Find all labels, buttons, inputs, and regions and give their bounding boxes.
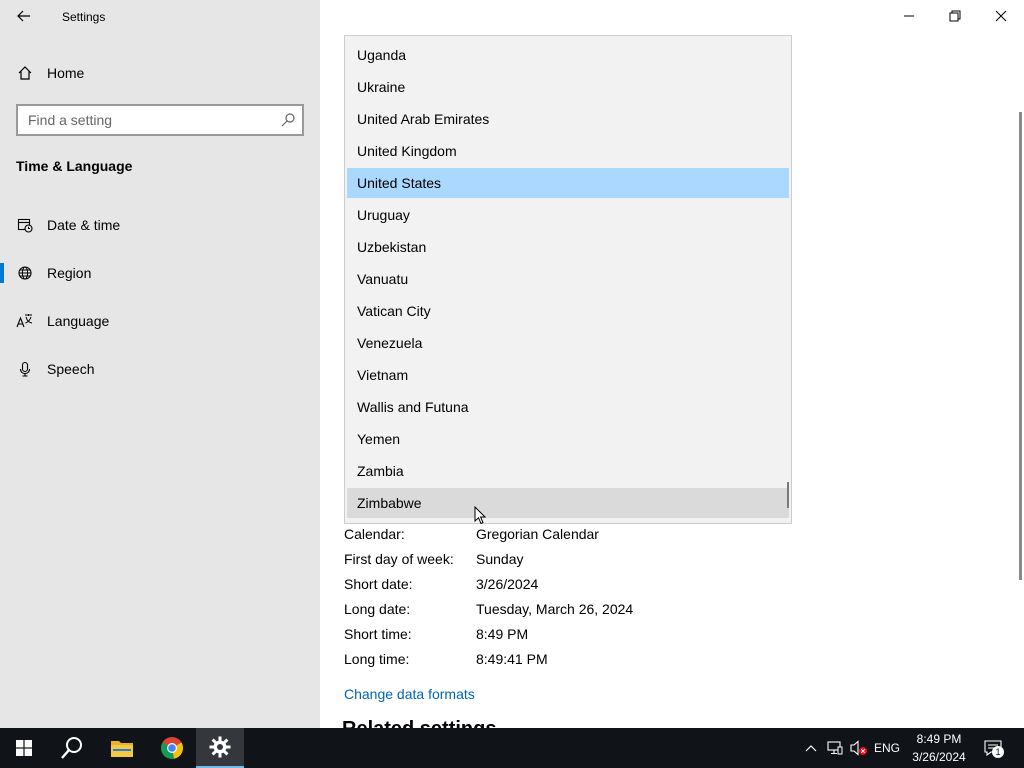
list-item-country-hovered[interactable]: Zimbabwe <box>347 488 789 518</box>
file-explorer-button[interactable] <box>98 728 146 768</box>
format-value: 8:49 PM <box>476 626 529 642</box>
format-row-long-time: Long time: 8:49:41 PM <box>344 651 794 671</box>
minimize-icon <box>904 15 914 17</box>
nav-home[interactable]: Home <box>0 53 320 93</box>
sidebar-item-language[interactable]: Language <box>0 301 320 341</box>
format-key: First day of week: <box>344 551 454 567</box>
back-button[interactable] <box>12 4 36 28</box>
sidebar-item-label: Region <box>47 265 92 281</box>
list-item-country[interactable]: Wallis and Futuna <box>347 392 789 422</box>
search-input[interactable] <box>18 106 274 134</box>
close-icon <box>995 10 1007 22</box>
list-item-country[interactable]: United Arab Emirates <box>347 104 789 134</box>
search-icon <box>61 737 82 759</box>
list-item-country-selected[interactable]: United States <box>347 168 789 198</box>
folder-icon <box>111 741 133 757</box>
calendar-clock-icon <box>16 216 34 234</box>
format-row-calendar: Calendar: Gregorian Calendar <box>344 526 794 546</box>
chevron-up-icon <box>805 745 817 752</box>
taskbar-search-button[interactable] <box>48 728 96 768</box>
format-value: Tuesday, March 26, 2024 <box>476 601 634 617</box>
format-key: Short date: <box>344 576 413 592</box>
nav-home-label: Home <box>47 65 85 81</box>
list-item-country[interactable]: Vatican City <box>347 296 789 326</box>
volume-button[interactable] <box>848 728 870 768</box>
list-item-country[interactable]: United Kingdom <box>347 136 789 166</box>
clock-time[interactable]: 8:49 PM <box>906 732 972 746</box>
format-value: 8:49:41 PM <box>476 651 548 667</box>
format-row-short-time: Short time: 8:49 PM <box>344 626 794 646</box>
country-dropdown-list: Uganda Ukraine United Arab Emirates Unit… <box>344 35 792 524</box>
microphone-icon <box>16 360 34 378</box>
format-key: Long time: <box>344 651 410 667</box>
dropdown-scrollbar-thumb[interactable] <box>787 482 789 508</box>
settings-taskbar-button[interactable] <box>196 728 244 768</box>
list-item-country[interactable]: Venezuela <box>347 328 789 358</box>
list-item-country[interactable]: Vanuatu <box>347 264 789 294</box>
mouse-cursor-icon <box>474 506 486 525</box>
restore-button[interactable] <box>932 0 978 32</box>
format-key: Short time: <box>344 626 412 642</box>
section-title: Time & Language <box>16 158 133 174</box>
search-icon <box>281 113 295 127</box>
list-item-country[interactable]: Uruguay <box>347 200 789 230</box>
chrome-icon <box>161 737 183 759</box>
speaker-muted-icon <box>850 740 867 756</box>
network-button[interactable] <box>824 728 846 768</box>
sidebar-item-region[interactable]: Region <box>0 253 320 293</box>
app-title: Settings <box>62 10 106 24</box>
sidebar: Settings Home Time & Language Date & tim… <box>0 0 320 728</box>
related-settings-heading: Related settings <box>342 719 502 728</box>
minimize-button[interactable] <box>886 0 932 32</box>
format-key: Long date: <box>344 601 411 617</box>
list-item-country[interactable]: Uganda <box>347 40 789 70</box>
gear-icon <box>209 736 231 758</box>
home-icon <box>16 64 34 82</box>
list-item-country[interactable]: Vietnam <box>347 360 789 390</box>
sidebar-item-date-time[interactable]: Date & time <box>0 205 320 245</box>
globe-icon <box>16 264 34 282</box>
format-value: Gregorian Calendar <box>476 526 599 542</box>
sidebar-item-label: Language <box>47 313 110 329</box>
list-item-country[interactable]: Uzbekistan <box>347 232 789 262</box>
close-button[interactable] <box>978 0 1024 32</box>
chrome-button[interactable] <box>148 728 196 768</box>
change-data-formats-link[interactable]: Change data formats <box>344 686 475 702</box>
windows-logo-icon <box>16 740 32 756</box>
notification-count-badge: 1 <box>992 746 1004 758</box>
restore-icon <box>949 10 961 22</box>
sidebar-item-speech[interactable]: Speech <box>0 349 320 389</box>
list-item-country[interactable]: Yemen <box>347 424 789 454</box>
sidebar-item-label: Speech <box>47 361 95 377</box>
format-row-short-date: Short date: 3/26/2024 <box>344 576 794 596</box>
main-scrollbar[interactable] <box>1019 112 1022 580</box>
list-item-country[interactable]: Zambia <box>347 456 789 486</box>
back-arrow-icon <box>17 10 30 22</box>
format-value: 3/26/2024 <box>476 576 539 592</box>
search-box[interactable] <box>16 104 304 136</box>
network-icon <box>827 741 843 755</box>
input-language-indicator[interactable]: ENG <box>874 741 900 755</box>
show-hidden-icons-button[interactable] <box>800 728 822 768</box>
clock-date[interactable]: 3/26/2024 <box>906 750 972 764</box>
language-icon <box>16 312 34 330</box>
taskbar: ENG 8:49 PM 3/26/2024 <box>0 728 1024 768</box>
list-item-country[interactable]: Ukraine <box>347 72 789 102</box>
format-row-long-date: Long date: Tuesday, March 26, 2024 <box>344 601 794 621</box>
format-row-first-day: First day of week: Sunday <box>344 551 794 571</box>
sidebar-item-label: Date & time <box>47 217 121 233</box>
start-button[interactable] <box>0 728 48 768</box>
format-value: Sunday <box>476 551 524 567</box>
format-key: Calendar: <box>344 526 405 542</box>
